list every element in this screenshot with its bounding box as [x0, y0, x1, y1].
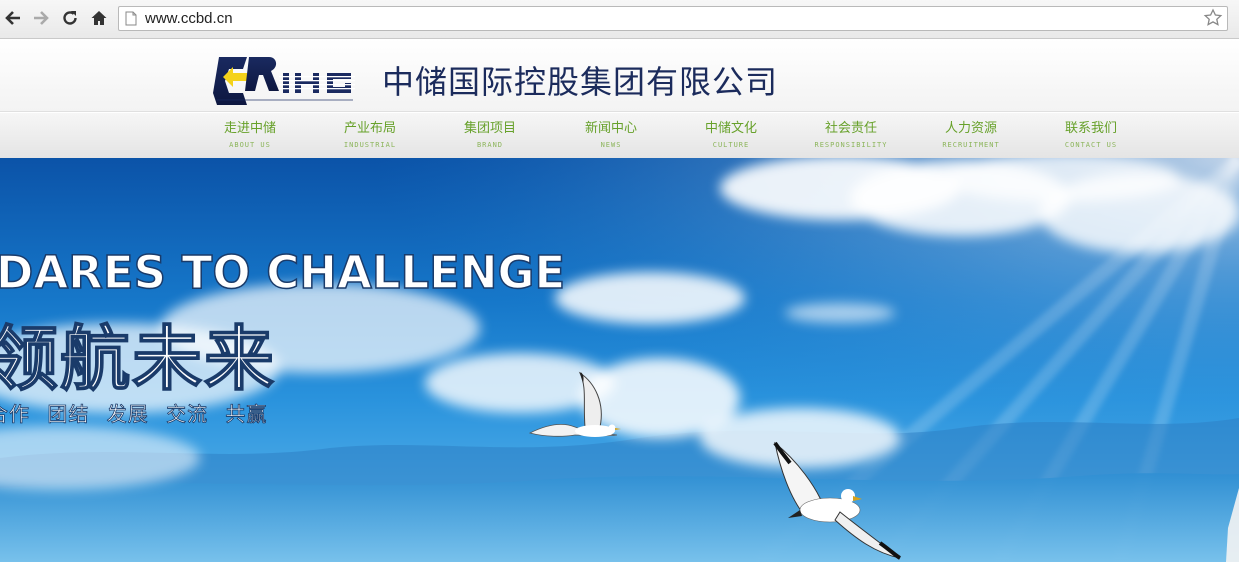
nav-sublabel: NEWS — [600, 141, 622, 149]
back-arrow-icon — [5, 11, 20, 25]
site-header: 中储国际控股集团有限公司 — [0, 39, 1239, 112]
page-icon — [125, 11, 137, 26]
nav-label: 人力资源 — [944, 121, 997, 136]
bookmark-star-icon[interactable] — [1203, 8, 1223, 28]
nav-label: 集团项目 — [463, 121, 516, 136]
nav-item-culture[interactable]: 中储文化 CULTURE — [671, 120, 791, 151]
back-button[interactable] — [2, 7, 24, 29]
nav-label: 联系我们 — [1064, 121, 1117, 136]
nav-item-news[interactable]: 新闻中心 NEWS — [551, 120, 671, 151]
url-text[interactable]: www.ccbd.cn — [145, 10, 233, 27]
nav-item-industrial[interactable]: 产业布局 INDUSTRIAL — [310, 120, 430, 151]
nav-item-responsibility[interactable]: 社会责任 RESPONSIBILITY — [791, 120, 911, 151]
company-logo[interactable] — [213, 55, 355, 107]
nav-sublabel: BRAND — [476, 141, 504, 149]
company-name: 中储国际控股集团有限公司 — [382, 63, 779, 101]
reload-button[interactable] — [59, 7, 81, 29]
nav-sublabel: ABOUT US — [229, 141, 271, 149]
nav-label: 社会责任 — [824, 121, 877, 136]
nav-sublabel: CONTACT US — [1064, 141, 1118, 149]
nav-item-brand[interactable]: 集团项目 BRAND — [430, 120, 550, 151]
hero-banner[interactable]: DARES TO CHALLENGE 领航未来 合作 团结 发展 交流 共赢 — [0, 158, 1239, 562]
slogan-values: 合作 团结 发展 交流 共赢 — [0, 402, 268, 427]
nav-label: 产业布局 — [343, 121, 396, 136]
address-bar[interactable]: www.ccbd.cn — [118, 6, 1228, 31]
nav-label: 新闻中心 — [584, 121, 637, 136]
nav-item-contact[interactable]: 联系我们 CONTACT US — [1031, 120, 1151, 151]
slogan-chinese: 领航未来 — [0, 317, 276, 401]
nav-sublabel: INDUSTRIAL — [343, 141, 397, 149]
nav-sublabel: CULTURE — [712, 141, 750, 149]
home-icon — [91, 11, 107, 25]
forward-arrow-icon — [34, 11, 49, 25]
nav-item-recruitment[interactable]: 人力资源 RECRUITMENT — [911, 120, 1031, 151]
forward-button[interactable] — [30, 7, 52, 29]
home-button[interactable] — [88, 7, 110, 29]
slogan-english: DARES TO CHALLENGE — [0, 245, 566, 300]
nav-label: 走进中储 — [223, 121, 276, 136]
nav-item-about[interactable]: 走进中储 ABOUT US — [190, 120, 310, 151]
nav-label: 中储文化 — [704, 121, 757, 136]
main-navigation: 走进中储 ABOUT US 产业布局 INDUSTRIAL 集团项目 BRAND… — [0, 112, 1239, 159]
nav-sublabel: RESPONSIBILITY — [814, 141, 888, 149]
browser-toolbar: www.ccbd.cn — [0, 0, 1239, 39]
reload-icon — [63, 11, 77, 25]
nav-sublabel: RECRUITMENT — [942, 141, 1000, 149]
